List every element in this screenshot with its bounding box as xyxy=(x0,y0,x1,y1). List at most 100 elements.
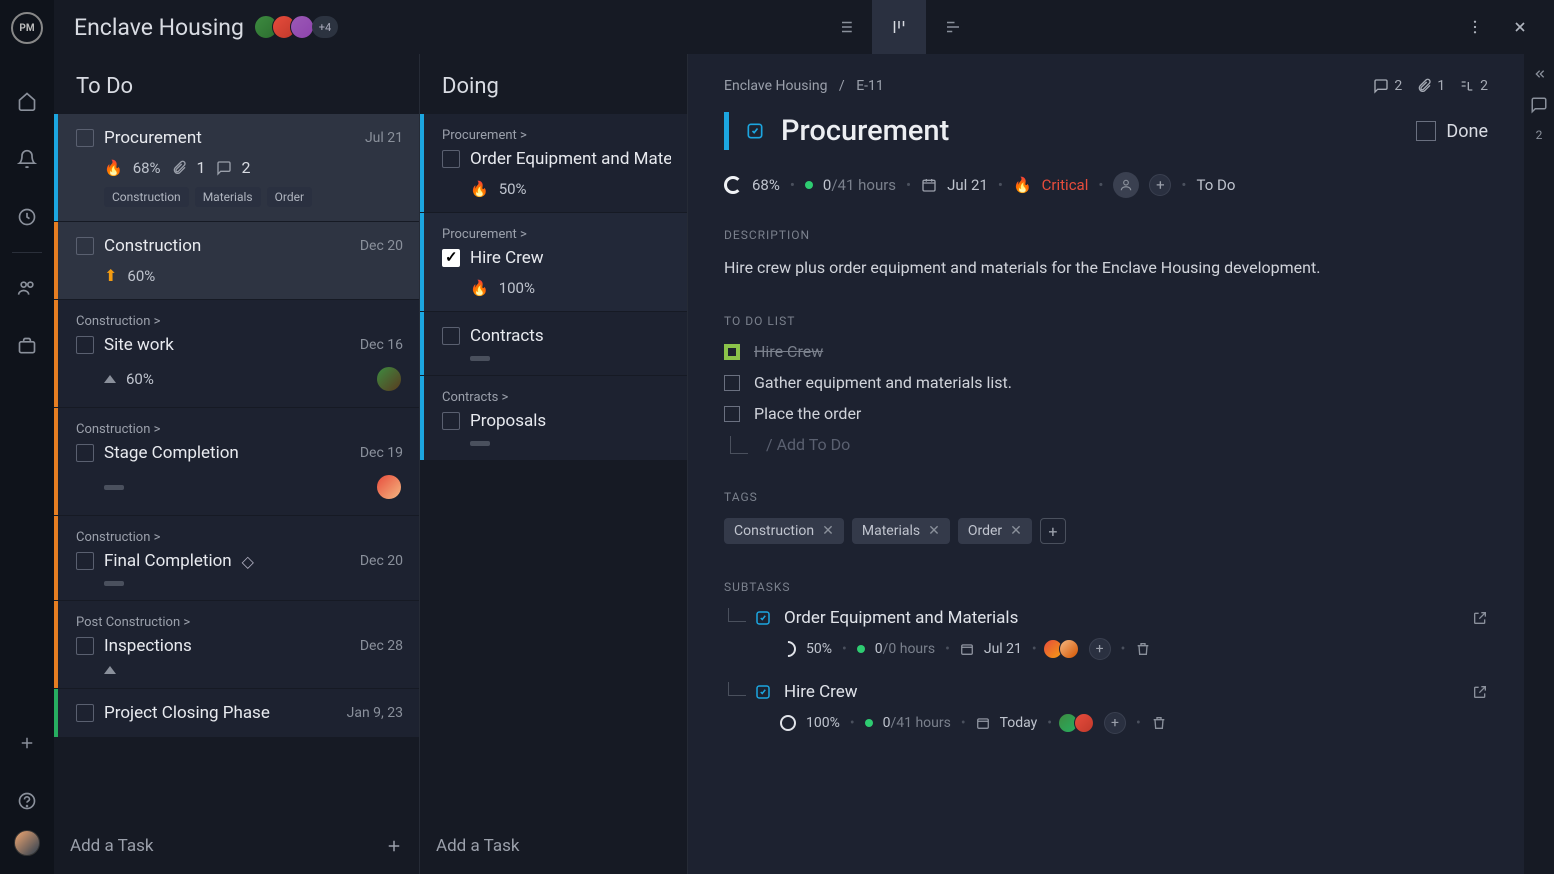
breadcrumb-project[interactable]: Enclave Housing xyxy=(724,78,827,94)
tag-chip[interactable]: Order✕ xyxy=(958,518,1032,544)
todo-checkbox[interactable] xyxy=(724,375,740,391)
comments-icon[interactable] xyxy=(1530,96,1548,114)
tree-connector-icon xyxy=(728,608,746,622)
task-date: Dec 20 xyxy=(360,238,403,254)
gantt-view-tab[interactable] xyxy=(926,0,980,54)
description-text[interactable]: Hire crew plus order equipment and mater… xyxy=(724,256,1488,280)
task-card[interactable]: Construction > Stage Completion Dec 19 xyxy=(54,408,419,515)
board-view-tab[interactable] xyxy=(872,0,926,54)
breadcrumb[interactable]: Enclave Housing / E-11 xyxy=(724,78,884,94)
progress-pct: 68% xyxy=(752,176,780,194)
close-icon[interactable] xyxy=(1506,13,1534,41)
task-checkbox[interactable] xyxy=(442,150,460,168)
briefcase-icon[interactable] xyxy=(16,335,38,357)
subtask-assignees[interactable] xyxy=(1062,713,1094,733)
task-checkbox[interactable] xyxy=(442,249,460,267)
todo-item[interactable]: Place the order xyxy=(724,404,1488,423)
task-card[interactable]: Contracts xyxy=(420,312,687,375)
assignee-avatar[interactable] xyxy=(375,473,403,501)
task-card[interactable]: Procurement Jul 21 68% 1 2 Construction … xyxy=(54,114,419,221)
project-members[interactable]: +4 xyxy=(260,15,338,39)
people-icon[interactable] xyxy=(16,277,38,299)
subtask-item[interactable]: Order Equipment and Materials 50% • 0/0 … xyxy=(724,608,1488,660)
tag-chip[interactable]: Materials✕ xyxy=(852,518,950,544)
more-menu-icon[interactable] xyxy=(1460,12,1490,42)
subtask-date[interactable]: Jul 21 xyxy=(984,641,1022,657)
open-external-icon[interactable] xyxy=(1472,610,1488,626)
task-card[interactable]: Construction > Final Completion ◇ Dec 20 xyxy=(54,516,419,600)
task-progress: 50% xyxy=(499,180,527,198)
progress-bar xyxy=(470,441,490,446)
task-checkbox[interactable] xyxy=(76,336,94,354)
clock-icon[interactable] xyxy=(16,206,38,228)
task-card[interactable]: Construction Dec 20 60% xyxy=(54,222,419,299)
task-card[interactable]: Procurement > Hire Crew 100% xyxy=(420,213,687,311)
task-checkbox[interactable] xyxy=(76,444,94,462)
task-checkbox[interactable] xyxy=(442,327,460,345)
collapse-icon[interactable] xyxy=(1531,66,1547,82)
todo-item[interactable]: Gather equipment and materials list. xyxy=(724,373,1488,392)
add-todo-button[interactable]: / Add To Do xyxy=(730,435,1488,454)
comments-count[interactable]: 2 xyxy=(1373,78,1402,94)
tags-heading: TAGS xyxy=(724,490,1488,504)
open-external-icon[interactable] xyxy=(1472,684,1488,700)
todo-checkbox[interactable] xyxy=(724,406,740,422)
progress-ring-icon xyxy=(724,176,742,194)
status-label[interactable]: To Do xyxy=(1196,176,1235,194)
subtasks-count[interactable]: 2 xyxy=(1459,78,1488,94)
detail-title[interactable]: Procurement xyxy=(781,114,1400,148)
task-card[interactable]: Post Construction > Inspections Dec 28 xyxy=(54,601,419,688)
list-view-tab[interactable] xyxy=(818,0,872,54)
delete-subtask-icon[interactable] xyxy=(1135,641,1151,657)
task-card[interactable]: Project Closing Phase Jan 9, 23 xyxy=(54,689,419,737)
subtask-date[interactable]: Today xyxy=(1000,715,1038,731)
task-parent: Construction > xyxy=(76,422,403,437)
task-checkbox[interactable] xyxy=(442,412,460,430)
column-title: Doing xyxy=(420,54,687,113)
bell-icon[interactable] xyxy=(16,148,38,170)
assignee-placeholder[interactable] xyxy=(1113,172,1139,198)
user-avatar[interactable] xyxy=(14,830,40,856)
todo-item[interactable]: Hire Crew xyxy=(724,342,1488,361)
nav-rail: PM xyxy=(0,0,54,874)
add-task-label: Add a Task xyxy=(436,836,519,856)
subtask-item[interactable]: Hire Crew 100% • 0/41 hours • Today • xyxy=(724,682,1488,734)
task-checkbox[interactable] xyxy=(76,704,94,722)
due-date[interactable]: Jul 21 xyxy=(947,176,988,194)
remove-tag-icon[interactable]: ✕ xyxy=(1010,523,1022,539)
priority-triangle-icon xyxy=(104,375,116,383)
help-icon[interactable] xyxy=(16,790,38,812)
priority-label[interactable]: Critical xyxy=(1042,176,1089,194)
home-icon[interactable] xyxy=(16,90,38,112)
app-logo[interactable]: PM xyxy=(11,12,43,44)
add-task-button[interactable]: Add a Task xyxy=(54,818,419,874)
attachment-count: 1 xyxy=(197,158,206,177)
task-card[interactable]: Construction > Site work Dec 16 60% xyxy=(54,300,419,407)
attachments-count[interactable]: 1 xyxy=(1416,78,1445,94)
assignee-avatar[interactable] xyxy=(375,365,403,393)
add-task-button[interactable]: Add a Task xyxy=(420,818,687,874)
remove-tag-icon[interactable]: ✕ xyxy=(928,523,940,539)
tag-chip[interactable]: Construction✕ xyxy=(724,518,844,544)
task-card[interactable]: Contracts > Proposals xyxy=(420,376,687,460)
task-checkbox[interactable] xyxy=(76,637,94,655)
members-overflow[interactable]: +4 xyxy=(312,16,338,38)
done-checkbox[interactable] xyxy=(1416,121,1436,141)
todo-checkbox[interactable] xyxy=(724,344,740,360)
task-progress: 68% xyxy=(133,159,161,177)
task-card[interactable]: Procurement > Order Equipment and Materi… xyxy=(420,114,687,212)
plus-icon[interactable] xyxy=(16,732,38,754)
subtask-title: Order Equipment and Materials xyxy=(784,608,1018,628)
done-toggle[interactable]: Done xyxy=(1416,121,1488,142)
add-assignee-button[interactable]: + xyxy=(1089,638,1111,660)
task-title: Order Equipment and Materials xyxy=(470,149,671,169)
task-checkbox[interactable] xyxy=(76,237,94,255)
add-assignee-button[interactable]: + xyxy=(1104,712,1126,734)
add-tag-button[interactable]: + xyxy=(1040,518,1066,544)
add-assignee-button[interactable]: + xyxy=(1149,174,1171,196)
subtask-assignees[interactable] xyxy=(1047,639,1079,659)
remove-tag-icon[interactable]: ✕ xyxy=(822,523,834,539)
task-checkbox[interactable] xyxy=(76,129,94,147)
delete-subtask-icon[interactable] xyxy=(1151,715,1167,731)
task-checkbox[interactable] xyxy=(76,552,94,570)
